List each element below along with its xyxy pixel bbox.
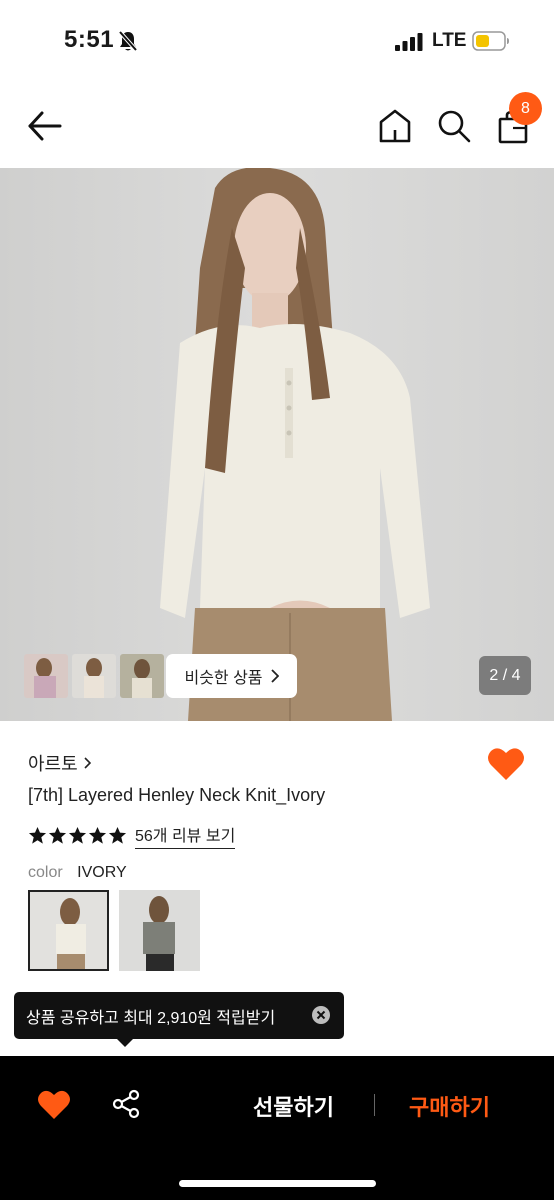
- color-swatch-gray[interactable]: [119, 890, 200, 971]
- divider: [374, 1094, 375, 1116]
- top-navigation: 8: [0, 84, 554, 168]
- brand-link[interactable]: 아르토: [28, 750, 91, 776]
- cart-count-badge: 8: [509, 92, 542, 125]
- share-reward-tooltip: 상품 공유하고 최대 2,910원 적립받기: [14, 992, 344, 1039]
- star-icon: [88, 826, 107, 844]
- gallery-thumbnail[interactable]: [72, 654, 116, 698]
- product-image[interactable]: 비슷한 상품 2 / 4: [0, 168, 554, 721]
- rating-row: 56개 리뷰 보기: [28, 822, 236, 849]
- buy-button[interactable]: 구매하기: [409, 1090, 490, 1122]
- color-label: color: [28, 864, 63, 881]
- rating-stars: [28, 826, 127, 845]
- status-bar: 5:51 LTE: [0, 0, 554, 84]
- close-icon[interactable]: [311, 1005, 331, 1025]
- gallery-thumbnail[interactable]: [120, 654, 164, 698]
- search-icon[interactable]: [436, 108, 472, 144]
- star-icon: [48, 826, 67, 844]
- tooltip-text: 상품 공유하고 최대 2,910원 적립받기: [26, 1009, 276, 1027]
- color-value: IVORY: [77, 864, 127, 881]
- wishlist-heart-icon[interactable]: [487, 746, 525, 782]
- star-icon: [108, 826, 127, 844]
- heart-filled-icon[interactable]: [37, 1089, 71, 1121]
- image-page-indicator: 2 / 4: [479, 656, 531, 695]
- status-time: 5:51: [64, 26, 115, 53]
- color-row: color IVORY: [28, 864, 127, 882]
- product-name: [7th] Layered Henley Neck Knit_Ivory: [28, 785, 326, 805]
- cellular-signal-icon: [395, 33, 423, 51]
- similar-products-label: 비슷한 상품: [184, 670, 263, 687]
- bottom-action-bar: 선물하기 구매하기: [0, 1056, 554, 1200]
- chevron-right-icon: [84, 757, 91, 769]
- gift-button[interactable]: 선물하기: [253, 1090, 334, 1122]
- back-arrow-icon[interactable]: [26, 108, 64, 144]
- chevron-right-icon: [270, 669, 279, 683]
- home-indicator[interactable]: [179, 1180, 376, 1187]
- gallery-thumbnail[interactable]: [24, 654, 68, 698]
- star-icon: [68, 826, 87, 844]
- product-photo: [0, 168, 554, 721]
- share-icon[interactable]: [112, 1089, 140, 1119]
- tooltip-arrow: [116, 1038, 134, 1047]
- home-icon[interactable]: [378, 108, 412, 144]
- similar-products-button[interactable]: 비슷한 상품: [166, 654, 297, 698]
- color-swatch-ivory[interactable]: [28, 890, 109, 971]
- bell-slash-icon: [118, 30, 138, 52]
- brand-name: 아르토: [28, 754, 78, 774]
- review-link[interactable]: 56개 리뷰 보기: [135, 822, 236, 849]
- network-type: LTE: [432, 30, 467, 51]
- star-icon: [28, 826, 47, 844]
- battery-low-icon: [472, 31, 509, 51]
